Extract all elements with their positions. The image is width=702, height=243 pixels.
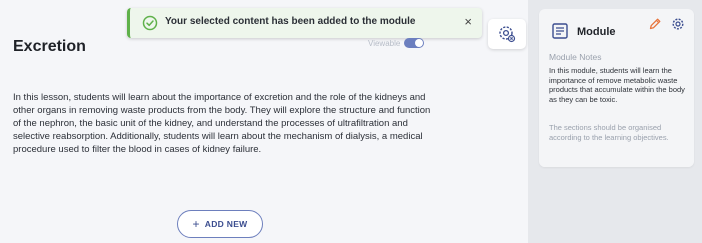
content-settings-button[interactable] — [488, 19, 526, 49]
module-book-icon — [551, 22, 569, 40]
module-title: Module — [577, 26, 616, 38]
pencil-icon[interactable] — [648, 17, 662, 31]
toast-message: Your selected content has been added to … — [165, 16, 416, 27]
plus-icon: + — [192, 217, 200, 231]
notes-fade — [539, 145, 694, 167]
gear-settings-icon — [499, 26, 516, 43]
viewable-toggle[interactable] — [404, 38, 425, 48]
module-card: Module Module Notes In this module, stud… — [539, 9, 694, 167]
add-new-label: ADD NEW — [204, 219, 248, 229]
success-toast: Your selected content has been added to … — [127, 8, 482, 38]
module-notes-more: The sections should be organised accordi… — [549, 123, 669, 142]
module-notes-text: In this module, students will learn the … — [549, 66, 685, 104]
module-notes-label: Module Notes — [549, 52, 602, 62]
gear-icon[interactable] — [671, 17, 685, 31]
toggle-knob — [415, 39, 424, 47]
lesson-title: Excretion — [13, 38, 86, 55]
lesson-description: In this lesson, students will learn abou… — [13, 92, 431, 155]
check-circle-icon — [142, 15, 158, 31]
close-icon[interactable]: × — [464, 14, 472, 30]
viewable-label: Viewable — [368, 38, 401, 48]
viewable-toggle-group: Viewable — [368, 38, 425, 48]
add-new-button[interactable]: + ADD NEW — [177, 210, 263, 238]
